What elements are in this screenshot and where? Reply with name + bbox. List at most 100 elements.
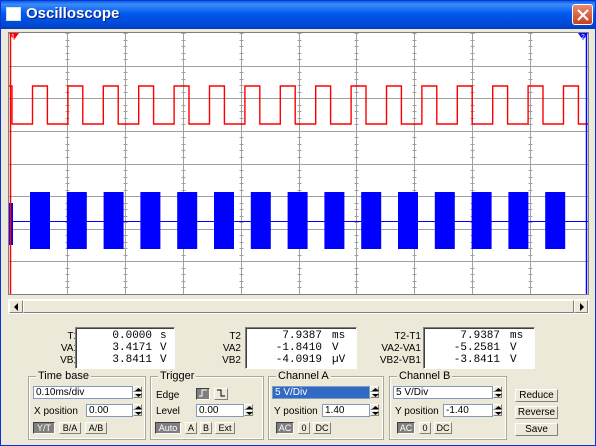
channel-b-dc-button[interactable]: DC [434, 422, 452, 434]
va1-value: 3.4171 [112, 342, 152, 354]
t2-label: T2 [229, 331, 241, 342]
t2-unit: ms [332, 330, 346, 342]
delta-va-label: VA2-VA1 [381, 343, 421, 354]
time-base-title: Time base [36, 370, 91, 382]
channel-a-group: Channel A 5 V/Div Y position 1.40 AC 0 D… [268, 370, 384, 440]
delta-readout-box: 7.9387 ms -5.2581 V -3.8411 V [423, 327, 535, 369]
delta-vb-label: VB2-VB1 [379, 355, 421, 366]
window-icon [6, 7, 21, 21]
channel-b-y-position-label: Y position [395, 406, 439, 417]
scope-graph: 12 [9, 33, 588, 294]
vb2-unit: µV [332, 354, 346, 366]
scroll-thumb[interactable] [23, 300, 574, 313]
t1-readout-box: 0.0000 s 3.4171 V 3.8411 V [75, 327, 175, 369]
trigger-ext-button[interactable]: Ext [215, 422, 235, 434]
vb1-unit: V [160, 354, 167, 366]
channel-b-title: Channel B [397, 370, 453, 382]
title-bar[interactable]: Oscilloscope [1, 1, 595, 29]
channel-b-group: Channel B 5 V/Div Y position -1.40 AC 0 … [389, 370, 507, 440]
mode-ba-button[interactable]: B/A [59, 422, 81, 434]
channel-b-burst [471, 192, 492, 249]
trigger-group: Trigger Edge Level 0.00 Auto A B Ext [150, 370, 264, 440]
delta-va-value: -5.2581 [453, 342, 500, 354]
t2-readout-box: 7.9387 ms -1.8410 V -4.0919 µV [245, 327, 357, 369]
spin-down-icon [372, 394, 379, 397]
cursor-1-label: 1 [11, 34, 15, 41]
trigger-level-spinner[interactable] [244, 404, 253, 417]
oscilloscope-display[interactable]: 12 [8, 32, 589, 295]
mode-yt-button[interactable]: Y/T [33, 422, 55, 434]
edge-falling-button[interactable] [214, 388, 228, 400]
level-label: Level [156, 406, 180, 417]
trigger-title: Trigger [158, 370, 197, 382]
delta-va-unit: V [510, 342, 517, 354]
channel-b-burst [361, 192, 382, 249]
trigger-b-button[interactable]: B [200, 422, 212, 434]
reduce-button[interactable]: Reduce [515, 389, 558, 402]
scroll-left-button[interactable] [9, 300, 23, 313]
vb1-value: 3.8411 [112, 354, 152, 366]
t2-value: 7.9387 [282, 330, 322, 342]
channel-b-burst [214, 192, 234, 249]
channel-b-scale-field[interactable]: 5 V/Div [393, 386, 493, 399]
channel-a-zero-button[interactable]: 0 [298, 422, 310, 434]
channel-b-burst [30, 192, 50, 249]
falling-edge-icon [217, 389, 225, 397]
channel-b-burst [177, 192, 198, 249]
t1-value: 0.0000 [112, 330, 152, 342]
va2-unit: V [332, 342, 339, 354]
time-scale-field[interactable]: 0.10ms/div [33, 386, 133, 399]
channel-a-y-position-label: Y position [274, 406, 318, 417]
scroll-right-button[interactable] [574, 300, 588, 313]
reverse-button[interactable]: Reverse [515, 406, 558, 419]
mode-ab-button[interactable]: A/B [85, 422, 107, 434]
vb1-label: VB1 [60, 355, 79, 366]
channel-b-y-position-field[interactable]: -1.40 [443, 404, 493, 417]
spin-down-icon [495, 394, 502, 397]
save-button[interactable]: Save [515, 423, 558, 436]
edge-label: Edge [156, 390, 180, 401]
va1-unit: V [160, 342, 167, 354]
arrow-left-icon [14, 303, 18, 311]
va2-value: -1.8410 [275, 342, 322, 354]
spin-down-icon [246, 412, 253, 415]
trigger-level-field[interactable]: 0.00 [196, 404, 244, 417]
channel-b-burst [398, 192, 418, 249]
channel-b-zero-button[interactable]: 0 [419, 422, 431, 434]
delta-t-unit: ms [510, 330, 524, 342]
channel-a-y-position-spinner[interactable] [370, 404, 379, 417]
x-position-label: X position [34, 406, 78, 417]
channel-b-burst [250, 192, 271, 249]
channel-a-y-position-field[interactable]: 1.40 [322, 404, 370, 417]
x-position-field[interactable]: 0.00 [86, 404, 133, 417]
channel-b-y-position-spinner[interactable] [493, 404, 502, 417]
delta-t-value: 7.9387 [460, 330, 500, 342]
channel-b-scale-spinner[interactable] [493, 386, 502, 399]
arrow-right-icon [580, 303, 584, 311]
x-position-spinner[interactable] [133, 404, 142, 417]
channel-b-ac-button[interactable]: AC [397, 422, 415, 434]
horizontal-scrollbar[interactable] [8, 299, 589, 314]
channel-a-scale-spinner[interactable] [370, 386, 379, 399]
spin-down-icon [372, 412, 379, 415]
trigger-auto-button[interactable]: Auto [155, 422, 181, 434]
spin-down-icon [495, 412, 502, 415]
channel-b-burst [140, 192, 161, 249]
delta-vb-value: -3.8411 [453, 354, 500, 366]
delta-t-label: T2-T1 [394, 331, 421, 342]
channel-b-burst [324, 192, 345, 249]
channel-b-burst [66, 192, 87, 249]
time-scale-spinner[interactable] [133, 386, 142, 399]
channel-b-burst [545, 192, 566, 249]
window-title: Oscilloscope [26, 5, 120, 22]
rising-edge-icon [199, 389, 207, 397]
channel-a-ac-button[interactable]: AC [276, 422, 294, 434]
close-button[interactable] [572, 4, 593, 25]
spin-down-icon [135, 394, 142, 397]
edge-rising-button[interactable] [196, 388, 210, 400]
channel-a-dc-button[interactable]: DC [313, 422, 331, 434]
channel-b-burst [287, 192, 308, 249]
channel-a-scale-field[interactable]: 5 V/Div [272, 386, 370, 399]
t1-unit: s [160, 330, 167, 342]
trigger-a-button[interactable]: A [185, 422, 197, 434]
